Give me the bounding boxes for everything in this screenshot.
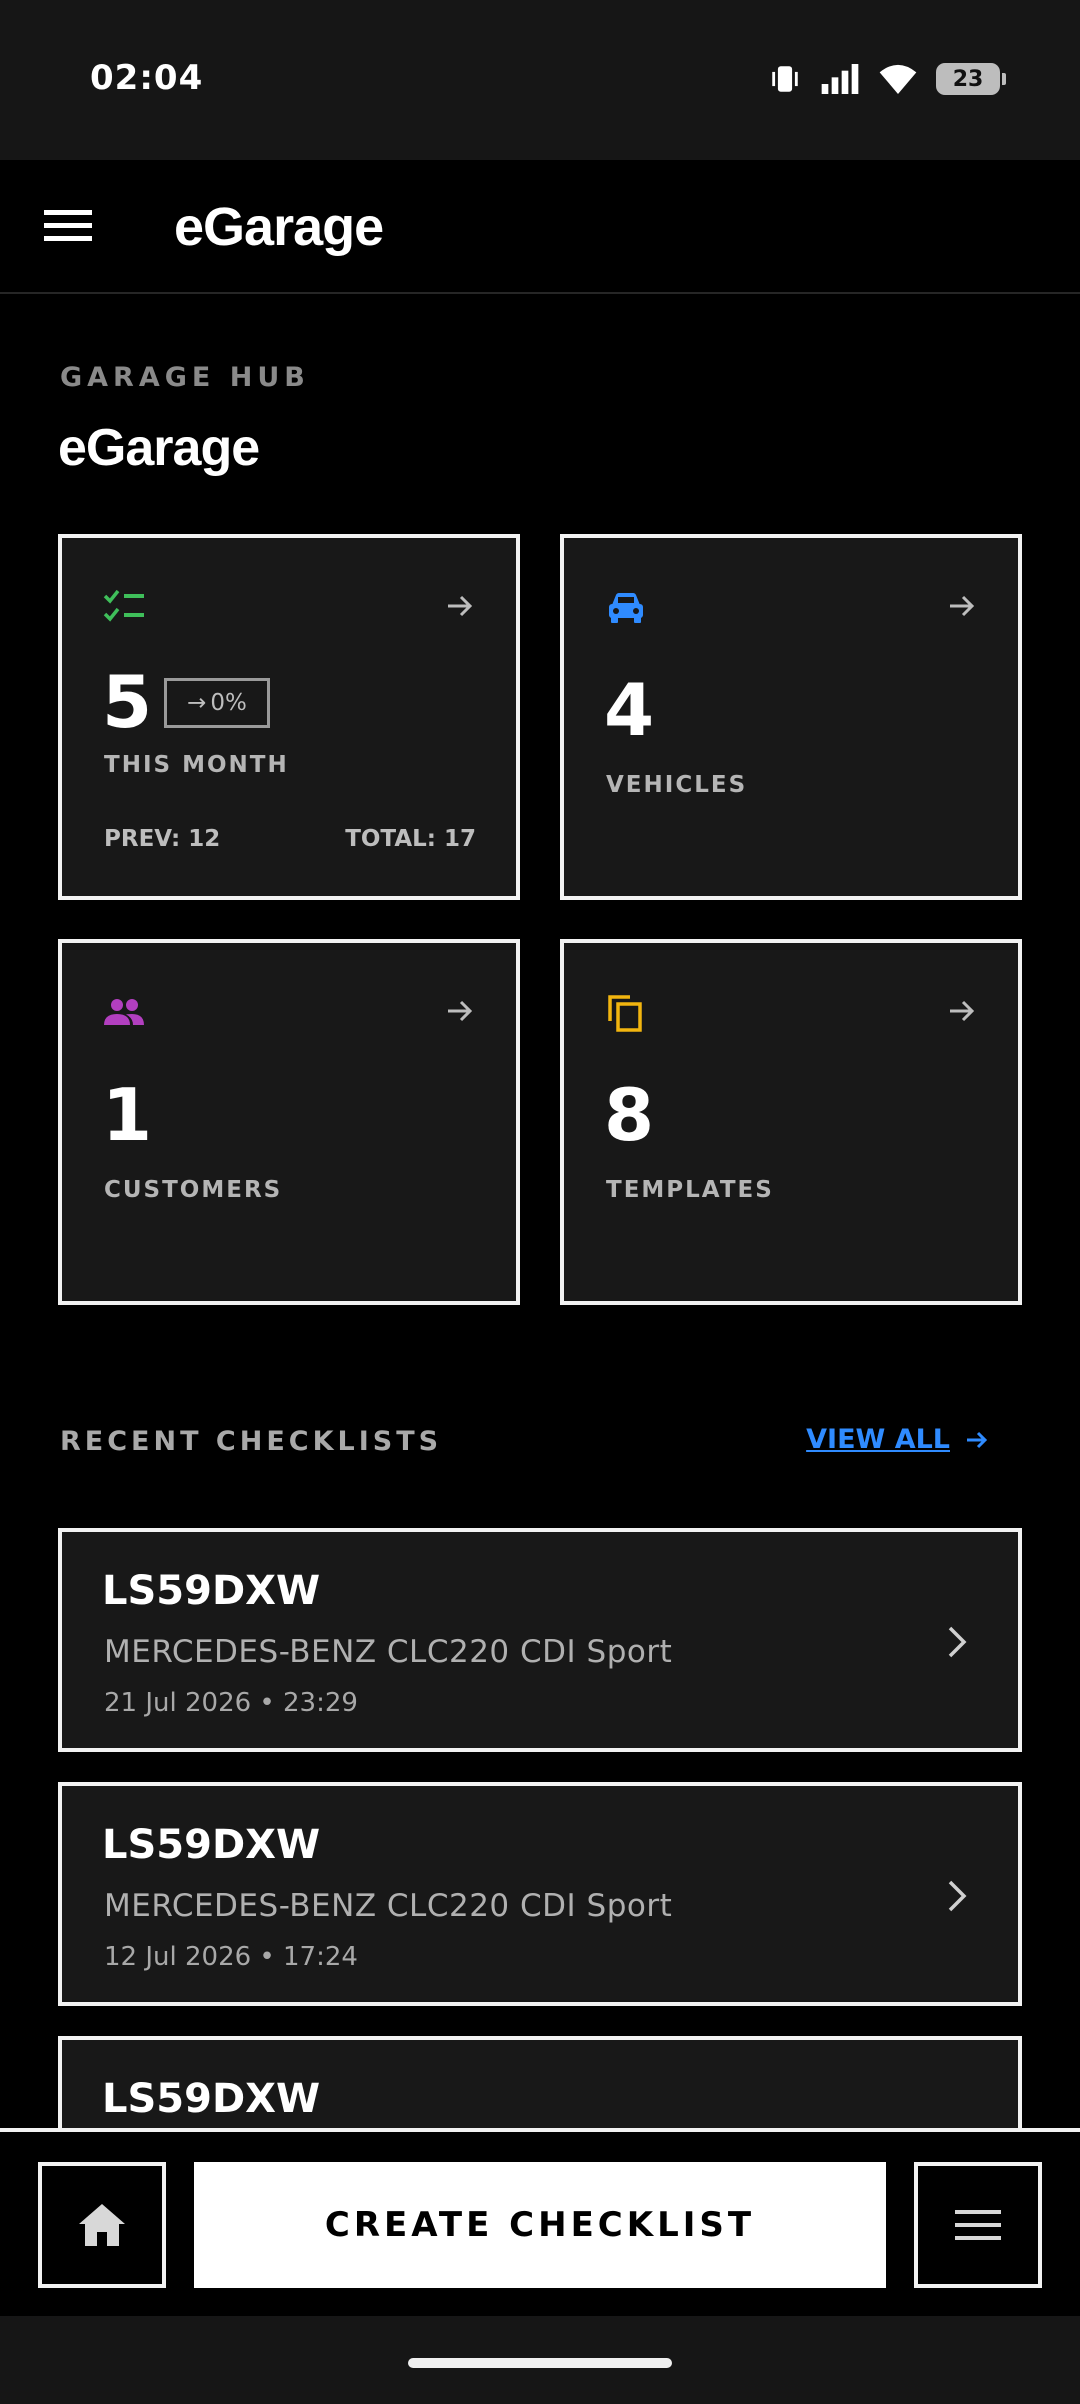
vibrate-icon	[772, 66, 798, 92]
car-icon	[609, 593, 643, 623]
checklist-plate: LS59DXW	[102, 2076, 321, 2122]
checklist-item[interactable]: LS59DXW MERCEDES-BENZ CLC220 CDI Sport 1…	[58, 1782, 1022, 2006]
stat-label: CUSTOMERS	[104, 1177, 283, 1203]
stat-value: 5	[102, 660, 153, 744]
recent-checklists-title: RECENT CHECKLISTS	[60, 1426, 443, 1457]
checklist-plate: LS59DXW	[102, 1568, 321, 1614]
section-title: eGarage	[58, 419, 260, 477]
stat-value: 8	[604, 1073, 655, 1157]
checklist-date: 12 Jul 2026 • 17:24	[104, 1942, 358, 1972]
trend-value: 0%	[210, 690, 247, 716]
chevron-right-icon	[948, 1626, 967, 1658]
arrow-right-icon	[950, 595, 975, 617]
bottom-action-bar: CREATE CHECKLIST	[0, 2128, 1080, 2316]
arrow-right-icon	[448, 595, 473, 617]
trend-badge: → 0%	[164, 678, 270, 728]
stat-value: 4	[604, 668, 655, 752]
checklist-item[interactable]: LS59DXW MERCEDES-BENZ CLC220 CDI Sport 2…	[58, 1528, 1022, 1752]
stat-value: 1	[102, 1073, 153, 1157]
battery-level: 23	[952, 66, 984, 92]
stat-card-checklists[interactable]: 5 → 0% THIS MONTH PREV: 12 TOTAL: 17	[58, 534, 520, 900]
stat-label: THIS MONTH	[104, 752, 289, 778]
checklist-vehicle: MERCEDES-BENZ CLC220 CDI Sport	[104, 1634, 673, 1670]
view-all-link[interactable]: VIEW ALL	[806, 1424, 990, 1455]
checklist-plate: LS59DXW	[102, 1822, 321, 1868]
status-time: 02:04	[90, 58, 204, 98]
home-icon	[79, 2204, 125, 2246]
battery-icon: 23	[936, 63, 1006, 95]
arrow-right-icon	[448, 1000, 473, 1022]
total-count: TOTAL: 17	[345, 826, 476, 852]
section-eyebrow: GARAGE HUB	[60, 362, 310, 393]
stat-label: TEMPLATES	[606, 1177, 774, 1203]
prev-count: PREV: 12	[104, 826, 221, 852]
trend-arrow-icon: →	[187, 690, 207, 716]
stat-card-customers[interactable]: 1 CUSTOMERS	[58, 939, 520, 1305]
arrow-right-icon	[967, 1431, 988, 1448]
hamburger-menu-icon[interactable]	[44, 208, 92, 244]
menu-icon	[955, 2210, 1001, 2240]
more-menu-button[interactable]	[914, 2162, 1042, 2288]
checklist-date: 21 Jul 2026 • 23:29	[104, 1688, 358, 1718]
stat-card-vehicles[interactable]: 4 VEHICLES	[560, 534, 1022, 900]
chevron-right-icon	[948, 1880, 967, 1912]
status-bar: 02:04 23	[0, 0, 1080, 160]
status-icons: 23	[768, 62, 1006, 96]
checklist-icon	[103, 589, 144, 622]
create-checklist-button[interactable]: CREATE CHECKLIST	[194, 2162, 886, 2288]
home-button[interactable]	[38, 2162, 166, 2288]
gesture-handle[interactable]	[408, 2358, 672, 2368]
stat-label: VEHICLES	[606, 772, 748, 798]
gesture-nav-area	[0, 2316, 1080, 2404]
arrow-right-icon	[950, 1000, 975, 1022]
checklist-vehicle: MERCEDES-BENZ CLC220 CDI Sport	[104, 1888, 673, 1924]
view-all-label: VIEW ALL	[806, 1424, 950, 1455]
signal-icon	[821, 64, 859, 94]
app-bar: eGarage	[0, 160, 1080, 294]
people-icon	[104, 999, 144, 1025]
stat-card-templates[interactable]: 8 TEMPLATES	[560, 939, 1022, 1305]
wifi-icon	[879, 64, 917, 94]
app-title: eGarage	[174, 197, 384, 257]
copy-icon	[608, 995, 642, 1032]
